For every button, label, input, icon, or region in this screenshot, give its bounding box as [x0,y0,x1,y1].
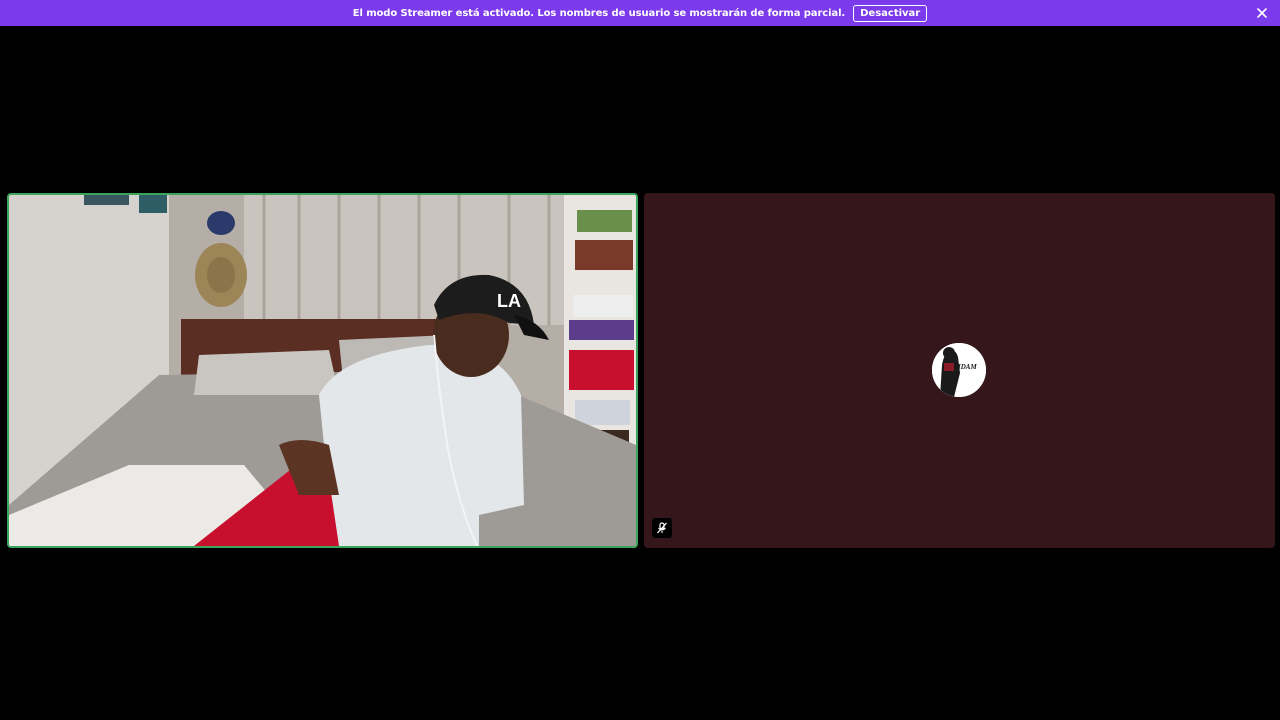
webcam-video: LA [9,195,636,546]
avatar: IDAM [932,343,986,397]
streamer-mode-message: El modo Streamer está activado. Los nomb… [352,7,846,19]
close-icon[interactable] [1254,5,1270,21]
svg-text:LA: LA [497,291,521,311]
avatar-image: IDAM [932,343,986,397]
streamer-mode-banner: El modo Streamer está activado. Los nomb… [0,0,1280,26]
microphone-muted-icon [652,518,672,538]
participant-avatar-tile[interactable]: IDAM [644,193,1275,548]
svg-text:IDAM: IDAM [957,363,977,371]
deactivate-button[interactable]: Desactivar [853,4,928,22]
participant-video-tile[interactable]: LA [7,193,638,548]
